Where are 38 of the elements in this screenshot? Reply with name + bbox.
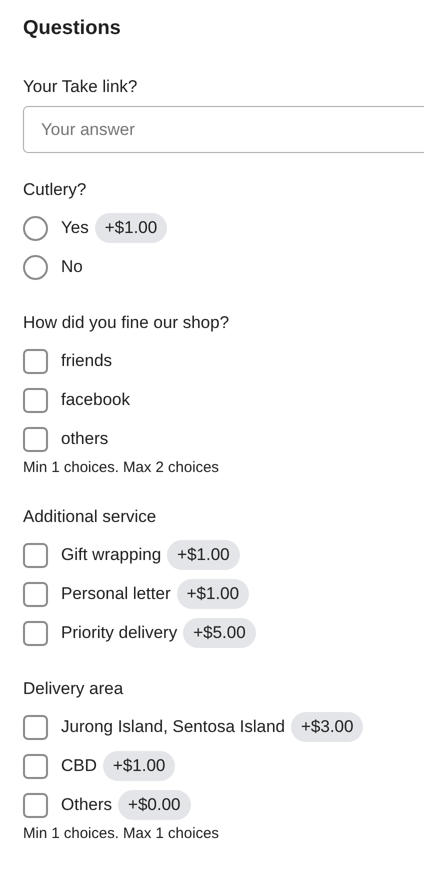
option-label: others bbox=[61, 428, 108, 450]
checkbox[interactable] bbox=[23, 792, 48, 818]
option-label: Priority delivery bbox=[61, 622, 178, 644]
option-label: Gift wrapping bbox=[61, 544, 162, 566]
checkbox[interactable] bbox=[23, 426, 48, 452]
question-label: How did you fine our shop? bbox=[23, 312, 230, 334]
checkbox[interactable] bbox=[23, 348, 48, 374]
price-tag: +$1.00 bbox=[176, 579, 250, 609]
question-label: Cutlery? bbox=[23, 179, 88, 201]
checkbox[interactable] bbox=[23, 714, 48, 740]
answer-field[interactable]: Your answer bbox=[23, 106, 424, 153]
choice-limit-note: Min 1 choices. Max 2 choices bbox=[23, 459, 220, 477]
checkbox[interactable] bbox=[23, 582, 48, 606]
checkbox[interactable] bbox=[23, 542, 48, 568]
price-tag: +$1.00 bbox=[102, 751, 176, 781]
option-label: friends bbox=[61, 350, 112, 372]
checkbox[interactable] bbox=[23, 620, 48, 646]
price-tag: +$1.00 bbox=[94, 213, 168, 243]
choice-limit-note: Min 1 choices. Max 1 choices bbox=[23, 825, 220, 843]
option-label: Yes bbox=[61, 217, 89, 239]
option-label: CBD bbox=[61, 755, 97, 777]
radio-button[interactable] bbox=[23, 216, 48, 240]
price-tag: +$1.00 bbox=[167, 540, 240, 570]
option-label: No bbox=[61, 256, 83, 278]
page-title: Questions bbox=[23, 16, 122, 41]
price-tag: +$5.00 bbox=[183, 618, 256, 648]
radio-button[interactable] bbox=[23, 254, 48, 280]
question-label: Additional service bbox=[23, 506, 158, 528]
price-tag: +$0.00 bbox=[118, 790, 191, 820]
checkbox[interactable] bbox=[23, 754, 48, 778]
option-label: Personal letter bbox=[61, 583, 171, 605]
question-label: Your Take link? bbox=[23, 76, 138, 98]
question-label: Delivery area bbox=[23, 678, 124, 700]
checkbox[interactable] bbox=[23, 388, 48, 412]
option-label: Jurong Island, Sentosa Island bbox=[61, 716, 285, 738]
option-label: Others bbox=[61, 794, 112, 816]
price-tag: +$3.00 bbox=[290, 712, 364, 742]
option-label: facebook bbox=[61, 389, 130, 411]
